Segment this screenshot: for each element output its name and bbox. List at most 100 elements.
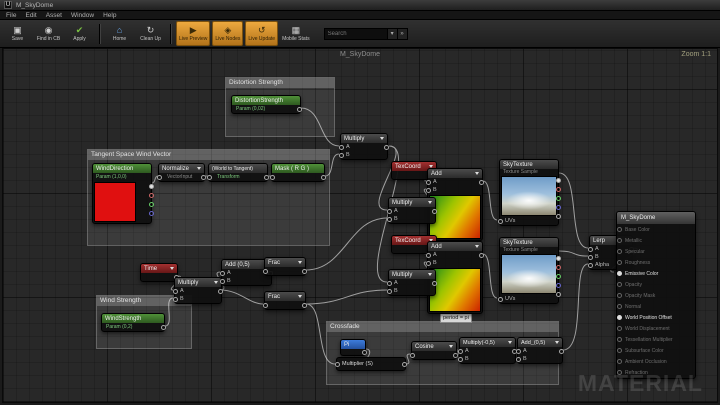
output-pin[interactable] xyxy=(302,303,307,308)
mobile-stats-button[interactable]: ▦ Mobile Stats xyxy=(280,21,312,46)
input-pin-b[interactable] xyxy=(516,357,521,362)
graph-canvas[interactable]: M_SkyDome Zoom 1:1 xyxy=(2,48,718,403)
search-go-icon[interactable]: » xyxy=(397,29,407,39)
input-pin-a[interactable] xyxy=(516,349,521,354)
input-pin-a[interactable] xyxy=(426,253,431,258)
output-pin[interactable] xyxy=(321,175,326,180)
output-pin[interactable] xyxy=(384,145,389,150)
output-pin-rgb[interactable] xyxy=(149,184,154,189)
node-add-05-b[interactable]: Add_(0,5) A B xyxy=(517,337,563,364)
search-input[interactable] xyxy=(325,31,387,37)
node-sky-texture-2[interactable]: SkyTexture Texture Sample UVs xyxy=(499,237,559,304)
input-pin-b[interactable] xyxy=(458,357,463,362)
output-pin[interactable] xyxy=(201,175,206,180)
input-pin-b[interactable] xyxy=(426,188,431,193)
output-pin-b[interactable] xyxy=(149,211,154,216)
input-pin[interactable] xyxy=(263,269,268,274)
output-pin[interactable] xyxy=(432,209,437,214)
output-pin-rgb[interactable] xyxy=(556,256,561,261)
node-frac-1[interactable]: Frac xyxy=(264,257,306,276)
collapse-icon[interactable] xyxy=(298,295,302,298)
input-pin[interactable] xyxy=(270,175,275,180)
output-pin[interactable] xyxy=(559,349,564,354)
output-pin-g[interactable] xyxy=(149,202,154,207)
input-pin-b[interactable] xyxy=(387,217,392,222)
input-pin[interactable] xyxy=(207,175,212,180)
output-pin[interactable] xyxy=(479,253,484,258)
input-pin[interactable] xyxy=(263,303,268,308)
input-pin-emissive-color[interactable] xyxy=(617,271,622,276)
menu-file[interactable]: File xyxy=(6,12,16,19)
collapse-icon[interactable] xyxy=(214,281,218,284)
input-pin-base-color[interactable] xyxy=(617,227,622,232)
collapse-icon[interactable] xyxy=(555,341,559,344)
input-pin-world-position-offset[interactable] xyxy=(617,315,622,320)
input-pin-a[interactable] xyxy=(588,247,593,252)
input-pin[interactable] xyxy=(157,175,162,180)
clean-up-button[interactable]: ↻ Clean Up xyxy=(136,21,165,46)
input-pin-uvs[interactable] xyxy=(498,297,503,302)
collapse-icon[interactable] xyxy=(508,341,512,344)
node-multiply-4[interactable]: Multiply A B xyxy=(174,277,222,304)
input-pin-a[interactable] xyxy=(339,145,344,150)
input-pin-opacity-mask[interactable] xyxy=(617,293,622,298)
input-pin-a[interactable] xyxy=(387,209,392,214)
title-bar[interactable]: U M_SkyDome xyxy=(0,0,720,11)
input-pin-world-displacement[interactable] xyxy=(617,326,622,331)
output-pin[interactable] xyxy=(302,269,307,274)
input-pin-ambient-occlusion[interactable] xyxy=(617,359,622,364)
node-wind-direction-param[interactable]: WindDirection Param (1,0,0) xyxy=(92,163,152,224)
input-pin-a[interactable] xyxy=(173,289,178,294)
input-pin-subsurface-color[interactable] xyxy=(617,348,622,353)
node-multiply-1[interactable]: Multiply A B xyxy=(340,133,388,160)
node-normalize[interactable]: Normalize VectorInput xyxy=(158,163,205,182)
output-pin-r[interactable] xyxy=(556,187,561,192)
input-pin-b[interactable] xyxy=(220,279,225,284)
input-pin[interactable] xyxy=(410,353,415,358)
node-multiply-3[interactable]: Multiply A B xyxy=(388,269,436,296)
output-pin[interactable] xyxy=(218,289,223,294)
input-pin-specular[interactable] xyxy=(617,249,622,254)
collapse-icon[interactable] xyxy=(475,245,479,248)
input-pin-alpha[interactable] xyxy=(588,263,593,268)
input-pin-opacity[interactable] xyxy=(617,282,622,287)
live-preview-toggle[interactable]: ▶ Live Preview xyxy=(176,21,210,46)
menu-asset[interactable]: Asset xyxy=(46,12,62,19)
input-pin-b[interactable] xyxy=(339,153,344,158)
node-multiplier-s[interactable]: Multiplier (S) xyxy=(336,357,406,371)
input-pin-uvs[interactable] xyxy=(498,219,503,224)
input-pin[interactable] xyxy=(335,362,340,367)
output-pin-b[interactable] xyxy=(556,205,561,210)
menu-edit[interactable]: Edit xyxy=(25,12,36,19)
live-nodes-toggle[interactable]: ◈ Live Nodes xyxy=(212,21,243,46)
output-pin-rgb[interactable] xyxy=(556,178,561,183)
node-world-to-tangent-transform[interactable]: (World to Tangent) Transform xyxy=(208,163,268,182)
input-pin-normal[interactable] xyxy=(617,304,622,309)
node-mask-rg[interactable]: Mask ( R G ) xyxy=(271,163,325,182)
output-pin-g[interactable] xyxy=(556,196,561,201)
home-button[interactable]: ⌂ Home xyxy=(105,21,134,46)
collapse-icon[interactable] xyxy=(298,261,302,264)
node-frac-2[interactable]: Frac xyxy=(264,291,306,310)
node-cosine[interactable]: Cosine xyxy=(411,341,457,360)
save-button[interactable]: ▣ Save xyxy=(3,21,32,46)
menu-help[interactable]: Help xyxy=(103,12,116,19)
collapse-icon[interactable] xyxy=(428,273,432,276)
output-pin-r[interactable] xyxy=(149,193,154,198)
color-swatch[interactable] xyxy=(94,182,136,222)
collapse-icon[interactable] xyxy=(197,167,201,170)
collapse-icon[interactable] xyxy=(380,137,384,140)
input-pin-b[interactable] xyxy=(426,261,431,266)
node-wind-strength-param[interactable]: WindStrength Param (0,2) xyxy=(101,313,165,332)
input-pin-b[interactable] xyxy=(588,255,593,260)
input-pin-a[interactable] xyxy=(220,271,225,276)
apply-button[interactable]: ✔ Apply xyxy=(65,21,94,46)
node-sky-texture-1[interactable]: SkyTexture Texture Sample UVs xyxy=(499,159,559,226)
node-distortion-strength-param[interactable]: DistortionStrength Param (0,02) xyxy=(231,95,301,114)
find-in-cb-button[interactable]: ◉ Find in CB xyxy=(34,21,63,46)
output-pin[interactable] xyxy=(432,281,437,286)
collapse-icon[interactable] xyxy=(475,172,479,175)
input-pin-a[interactable] xyxy=(426,180,431,185)
output-pin-b[interactable] xyxy=(556,283,561,288)
node-pi[interactable]: Pi xyxy=(340,339,366,356)
